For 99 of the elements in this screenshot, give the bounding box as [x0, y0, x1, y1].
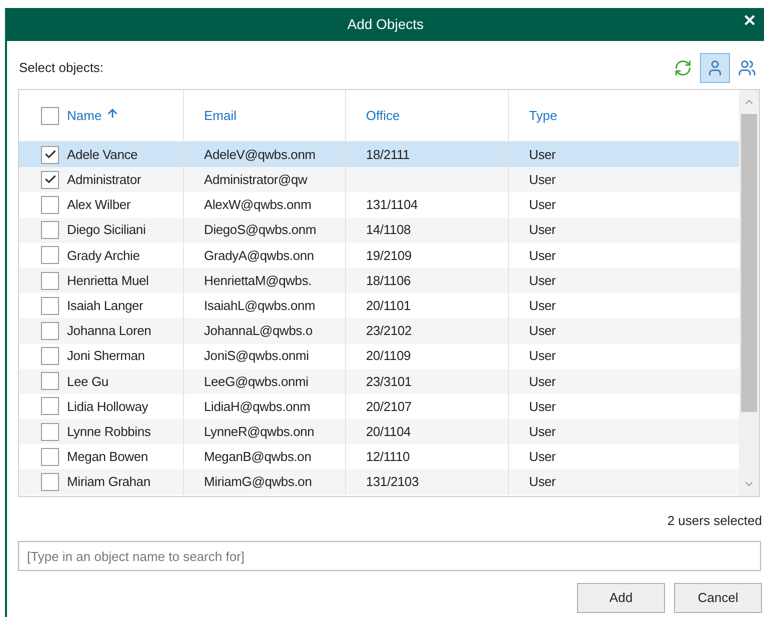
table-cell-text: DiegoS@qwbs.onm: [204, 221, 316, 240]
table-cell-text: 18/2111: [366, 146, 410, 164]
table-cell-text: 131/1104: [366, 196, 418, 214]
checkbox[interactable]: [41, 170, 59, 189]
dialog-button[interactable]: Cancel: [674, 583, 762, 613]
table-cell-text: User: [529, 221, 556, 240]
search-field[interactable]: [Type in an object name to search for]: [18, 541, 761, 571]
checkbox[interactable]: [41, 106, 59, 124]
table-cell-text: LynneR@qwbs.onn: [204, 422, 314, 441]
window-title: Add Objects: [347, 15, 424, 34]
column-header[interactable]: Email: [204, 106, 237, 126]
table-row[interactable]: Administrator Administrator@qw User: [19, 167, 739, 192]
table-row[interactable]: Lynne Robbins LynneR@qwbs.onn 20/1104 User: [19, 419, 739, 444]
table-cell-text: Administrator@qw: [204, 171, 308, 190]
table-cell-text: GradyA@qwbs.onn: [204, 246, 314, 265]
checkbox[interactable]: [41, 347, 59, 366]
table-row[interactable]: Johanna Loren JohannaL@qwbs.o 23/2102 User: [19, 318, 739, 344]
table-cell-text: Isaiah Langer: [67, 296, 144, 315]
checkbox[interactable]: [41, 397, 59, 416]
table-cell-text: Diego Siciliani: [67, 221, 146, 240]
table-cell-text: 18/1106: [366, 272, 411, 290]
table-row[interactable]: Miriam Grahan MiriamG@qwbs.on 131/2103 User: [19, 469, 739, 495]
toolbar-button[interactable]: [700, 53, 730, 83]
table-cell-text: 19/2109: [366, 246, 412, 265]
table-cell-text: LeeG@qwbs.onmi: [204, 372, 308, 391]
table-cell-text: JoniS@qwbs.onmi: [204, 347, 309, 366]
checkbox[interactable]: [41, 372, 59, 390]
table-cell-text: User: [529, 146, 556, 164]
table-cell-text: Lynne Robbins: [67, 422, 151, 441]
table-cell-text: User: [529, 272, 556, 290]
select-label: Select objects:: [19, 59, 104, 78]
table-cell-text: 23/2102: [366, 322, 412, 340]
table-cell-text: JohannaL@qwbs.o: [204, 322, 312, 340]
table-cell-text: 20/1101: [366, 296, 411, 315]
table-cell-text: User: [529, 398, 556, 416]
table-row[interactable]: Joni Sherman JoniS@qwbs.onmi 20/1109 User: [19, 344, 739, 369]
table-cell-text: 23/3101: [366, 372, 412, 391]
checkbox[interactable]: [41, 448, 59, 466]
table-cell-text: User: [529, 171, 556, 190]
table-cell-text: Adele Vance: [67, 146, 138, 164]
column-header[interactable]: Type: [529, 106, 558, 126]
table-row[interactable]: Lee Gu LeeG@qwbs.onmi 23/3101 User: [19, 368, 739, 394]
table-cell-text: Lidia Holloway: [67, 398, 148, 416]
table-cell-text: User: [529, 296, 556, 315]
users-icon: [738, 59, 756, 77]
table-cell-text: User: [529, 246, 556, 265]
table-cell-text: User: [529, 448, 556, 466]
table-cell-text: User: [529, 422, 556, 441]
table-cell-text: MeganB@qwbs.on: [204, 448, 312, 466]
table-cell-text: 20/1109: [366, 347, 411, 366]
table-cell-text: User: [529, 322, 556, 340]
table-cell-text: IsaiahL@qwbs.onm: [204, 296, 316, 315]
table-cell-text: Joni Sherman: [67, 347, 145, 366]
table-cell-text: Johanna Loren: [67, 322, 152, 340]
refresh-icon: [674, 59, 692, 77]
column-header[interactable]: Name: [67, 106, 102, 126]
table-cell-text: Henrietta Muel: [67, 272, 149, 290]
checkbox[interactable]: [41, 221, 59, 240]
table-cell-text: User: [529, 196, 556, 214]
column-header[interactable]: Office: [366, 106, 400, 126]
table-cell-text: 20/1104: [366, 422, 411, 441]
table-cell-text: AdeleV@qwbs.onm: [204, 146, 316, 164]
close-button[interactable]: ✕: [743, 14, 756, 30]
checkbox[interactable]: [41, 322, 59, 340]
table-cell-text: Miriam Grahan: [67, 473, 150, 492]
checkbox[interactable]: [41, 296, 59, 315]
user-icon: [706, 59, 724, 77]
checkbox[interactable]: [41, 473, 59, 492]
selection-count: 2 users selected: [667, 512, 762, 530]
scrollbar[interactable]: [739, 90, 759, 496]
table-cell-text: Grady Archie: [67, 246, 140, 265]
table-cell-text: Megan Bowen: [67, 448, 148, 466]
checkbox[interactable]: [41, 272, 59, 290]
table-cell-text: 20/2107: [366, 398, 412, 416]
table-cell-text: Administrator: [67, 171, 141, 190]
table-cell-text: User: [529, 473, 556, 492]
scrollbar-thumb[interactable]: [741, 114, 757, 412]
table-row[interactable]: Isaiah Langer IsaiahL@qwbs.onm 20/1101 User: [19, 293, 739, 318]
table-cell-text: Alex Wilber: [67, 196, 131, 214]
table-row[interactable]: Megan Bowen MeganB@qwbs.on 12/1110 User: [19, 444, 739, 470]
table-cell-text: User: [529, 347, 556, 366]
table-cell-text: HenriettaM@qwbs.: [204, 272, 312, 290]
table-cell-text: Lee Gu: [67, 372, 108, 391]
table-cell-text: LidiaH@qwbs.onm: [204, 398, 310, 416]
sort-arrow-icon: [106, 107, 119, 120]
checkbox[interactable]: [41, 196, 59, 214]
checkbox[interactable]: [41, 146, 59, 164]
table-row[interactable]: Diego Siciliani DiegoS@qwbs.onm 14/1108 User: [19, 218, 739, 243]
table-cell-text: 131/2103: [366, 473, 419, 492]
table-row[interactable]: Adele Vance AdeleV@qwbs.onm 18/2111 User: [19, 142, 739, 168]
table-cell-text: 14/1108: [366, 221, 411, 240]
checkbox[interactable]: [41, 422, 59, 441]
dialog-button[interactable]: Add: [577, 583, 665, 613]
table-row[interactable]: Henrietta Muel HenriettaM@qwbs. 18/1106 User: [19, 268, 739, 294]
table-cell-text: AlexW@qwbs.onm: [204, 196, 312, 214]
checkbox[interactable]: [41, 246, 59, 264]
table-cell-text: MiriamG@qwbs.on: [204, 473, 312, 492]
table-cell-text: User: [529, 372, 556, 391]
table-cell-text: 12/1110: [366, 448, 410, 466]
